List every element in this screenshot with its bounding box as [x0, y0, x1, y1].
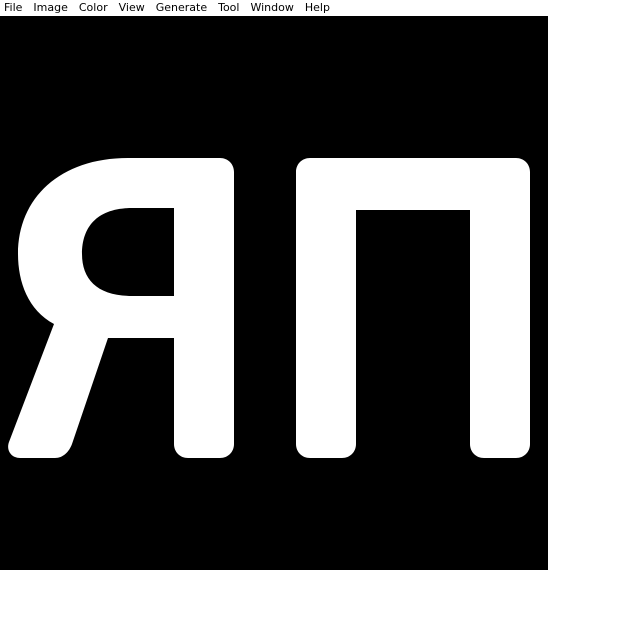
- menu-help[interactable]: Help: [305, 0, 330, 16]
- menu-generate[interactable]: Generate: [156, 0, 207, 16]
- menu-window[interactable]: Window: [250, 0, 293, 16]
- menu-color[interactable]: Color: [79, 0, 108, 16]
- glyph-ya: [8, 158, 234, 458]
- menu-tool[interactable]: Tool: [218, 0, 239, 16]
- glyph-pe: [296, 158, 530, 458]
- workspace[interactable]: [0, 16, 640, 620]
- menu-view[interactable]: View: [119, 0, 145, 16]
- menu-image[interactable]: Image: [33, 0, 67, 16]
- image-canvas[interactable]: [0, 16, 548, 570]
- menu-bar: File Image Color View Generate Tool Wind…: [0, 0, 640, 16]
- menu-file[interactable]: File: [4, 0, 22, 16]
